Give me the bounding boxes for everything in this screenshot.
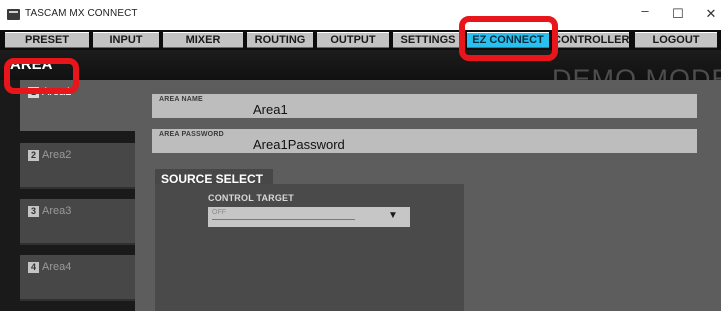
select-underline bbox=[212, 219, 355, 220]
area-password-field[interactable]: AREA PASSWORD Area1Password bbox=[152, 129, 697, 153]
area-name-field[interactable]: AREA NAME Area1 bbox=[152, 94, 697, 118]
nav-routing-button[interactable]: ROUTING bbox=[247, 32, 313, 48]
area-password-value: Area1Password bbox=[253, 137, 345, 152]
area-tab-label: Area2 bbox=[42, 149, 72, 161]
area-name-value: Area1 bbox=[253, 102, 288, 117]
nav-input-button[interactable]: INPUT bbox=[93, 32, 159, 48]
area-tab-3[interactable]: 3 Area3 bbox=[20, 199, 135, 245]
nav-mixer-button[interactable]: MIXER bbox=[163, 32, 243, 48]
area-tab-4[interactable]: 4 Area4 bbox=[20, 255, 135, 301]
nav-logout-button[interactable]: LOGOUT bbox=[635, 32, 717, 48]
app-icon bbox=[7, 9, 20, 20]
area-number-badge: 4 bbox=[28, 262, 39, 273]
nav-controller-button[interactable]: CONTROLLER bbox=[553, 32, 629, 48]
area-password-label: AREA PASSWORD bbox=[159, 131, 224, 138]
nav-settings-button[interactable]: SETTINGS bbox=[393, 32, 463, 48]
area-name-label: AREA NAME bbox=[159, 96, 203, 103]
area-tab-label: Area4 bbox=[42, 261, 72, 273]
nav-preset-button[interactable]: PRESET bbox=[5, 32, 89, 48]
minimize-icon[interactable]: – bbox=[636, 3, 654, 18]
content-area: AREA DEMO MODE 1 Area1 2 Area2 3 Area3 4… bbox=[0, 50, 721, 311]
control-target-value: OFF bbox=[212, 209, 226, 216]
maximize-icon[interactable]: ☐ bbox=[669, 6, 687, 22]
main-nav: PRESET INPUT MIXER ROUTING OUTPUT SETTIN… bbox=[0, 30, 721, 50]
area-detail-panel: AREA NAME Area1 AREA PASSWORD Area1Passw… bbox=[135, 80, 721, 311]
area-tab-label: Area3 bbox=[42, 205, 72, 217]
control-target-label: CONTROL TARGET bbox=[208, 193, 294, 203]
control-target-select[interactable]: OFF ▼ bbox=[208, 207, 410, 227]
title-bar: TASCAM MX CONNECT – ☐ ✕ bbox=[0, 0, 721, 30]
nav-output-button[interactable]: OUTPUT bbox=[317, 32, 389, 48]
close-icon[interactable]: ✕ bbox=[702, 6, 720, 22]
chevron-down-icon[interactable]: ▼ bbox=[388, 210, 398, 221]
area-tab-2[interactable]: 2 Area2 bbox=[20, 143, 135, 189]
area-number-badge: 3 bbox=[28, 206, 39, 217]
window-title: TASCAM MX CONNECT bbox=[25, 8, 138, 19]
source-select-section: CONTROL TARGET OFF ▼ bbox=[155, 184, 464, 311]
area-number-badge: 2 bbox=[28, 150, 39, 161]
area-title-highlight bbox=[4, 58, 79, 94]
ez-connect-highlight bbox=[459, 16, 558, 61]
